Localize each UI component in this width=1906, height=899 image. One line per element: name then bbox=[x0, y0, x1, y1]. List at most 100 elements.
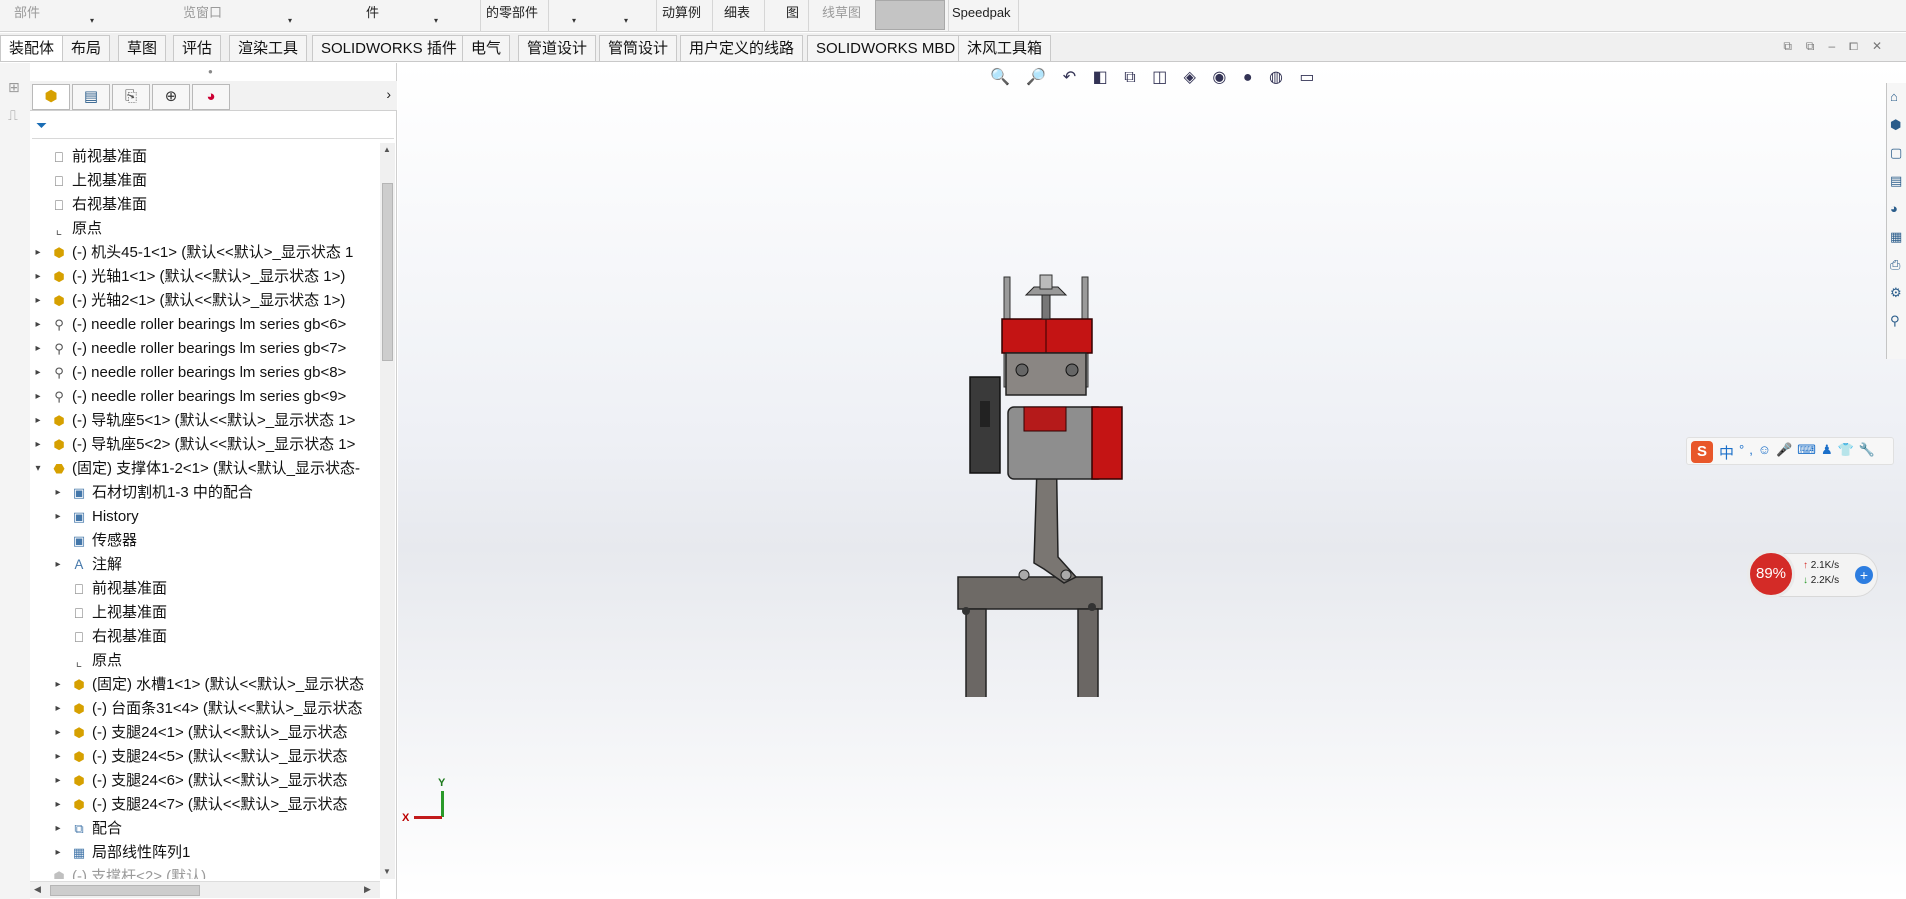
tree-item[interactable]: ⬢ (-) 支撑杆<2> (默认) bbox=[32, 865, 376, 879]
display-style-icon[interactable]: ◈ bbox=[1184, 67, 1202, 87]
tree-item[interactable]: ▸ ▦ 局部线性阵列1 bbox=[52, 841, 376, 865]
expand-arrow-icon[interactable]: ▸ bbox=[32, 361, 44, 385]
tree-item[interactable]: ▸ ⚲ (-) needle roller bearings lm series g… bbox=[32, 313, 376, 337]
tree-item[interactable]: ▸ ▣ History bbox=[52, 505, 376, 529]
expand-arrow-icon[interactable]: ▸ bbox=[52, 817, 64, 841]
tree-item[interactable]: ▸ ⬢ (-) 光轴2<1> (默认<<默认>_显示状态 1>) bbox=[32, 289, 376, 313]
tree-item[interactable]: ⎕ 上视基准面 bbox=[52, 601, 376, 625]
view-settings-icon[interactable]: ▭ bbox=[1299, 67, 1320, 87]
expand-arrow-icon[interactable]: ▸ bbox=[52, 793, 64, 817]
tool-icon[interactable]: ⚙ bbox=[1890, 285, 1902, 301]
ime-mode-toggle[interactable]: 中 bbox=[1719, 442, 1734, 463]
chevron-down-icon[interactable]: ▾ bbox=[624, 16, 628, 25]
scroll-thumb[interactable] bbox=[50, 885, 200, 896]
tab-electrical[interactable]: 电气 bbox=[462, 35, 511, 61]
expand-arrow-icon[interactable]: ▸ bbox=[32, 289, 44, 313]
expand-arrow-icon[interactable]: ▸ bbox=[52, 745, 64, 769]
tree-item[interactable]: ▸ ⬢ (-) 机头45-1<1> (默认<<默认>_显示状态 1 bbox=[32, 241, 376, 265]
splitter-handle[interactable]: ● bbox=[208, 67, 213, 76]
collapse-arrow-icon[interactable]: ▾ bbox=[32, 457, 44, 481]
tab-tubing[interactable]: 管筒设计 bbox=[599, 35, 678, 61]
tree-item[interactable]: ⎕ 前视基准面 bbox=[52, 577, 376, 601]
expand-arrow-icon[interactable]: › bbox=[386, 86, 391, 102]
chevron-down-icon[interactable]: ▾ bbox=[90, 16, 94, 25]
filter-icon[interactable]: ⏷ bbox=[36, 117, 47, 134]
solidworks-forum-icon[interactable]: ⎙ bbox=[1890, 257, 1900, 273]
network-speed-widget[interactable]: 89% ↑ 2.1K/s ↓ 2.2K/s + bbox=[1747, 550, 1878, 598]
tree-item[interactable]: ▸ ⚲ (-) needle roller bearings lm series g… bbox=[32, 337, 376, 361]
tree-item[interactable]: ⎕ 前视基准面 bbox=[32, 145, 376, 169]
expand-arrow-icon[interactable]: ▸ bbox=[32, 241, 44, 265]
expand-arrow-icon[interactable]: ▸ bbox=[52, 505, 64, 529]
input-method-bar[interactable]: S 中 °,☺🎤⌨♟👕🔧 bbox=[1686, 437, 1894, 465]
tree-vertical-scrollbar[interactable]: ▲ ▼ bbox=[380, 143, 395, 879]
resource-icon[interactable]: ⚲ bbox=[1890, 313, 1900, 329]
tree-item[interactable]: ▸ ⧉ 配合 bbox=[52, 817, 376, 841]
expand-arrow-icon[interactable]: ▸ bbox=[52, 553, 64, 577]
tab-solidworks-mbd[interactable]: SOLIDWORKS MBD bbox=[807, 35, 965, 61]
expand-arrow-icon[interactable]: ▸ bbox=[52, 697, 64, 721]
scroll-up-icon[interactable]: ▲ bbox=[383, 145, 391, 154]
expand-arrow-icon[interactable]: ▸ bbox=[32, 409, 44, 433]
stone-cutting-machine-model[interactable] bbox=[926, 257, 1166, 697]
chevron-down-icon[interactable]: ▾ bbox=[572, 16, 576, 25]
property-manager-tab-icon[interactable]: ▤ bbox=[72, 84, 110, 110]
tab-sketch[interactable]: 草图 bbox=[118, 35, 167, 61]
configuration-manager-tab-icon[interactable]: ⎘ bbox=[112, 84, 150, 110]
sogou-logo-icon[interactable]: S bbox=[1691, 441, 1713, 463]
sketch-icon[interactable]: ⎍ bbox=[8, 107, 18, 124]
expand-arrow-icon[interactable]: ▸ bbox=[52, 673, 64, 697]
graphics-area[interactable]: 🔍 🔎 ↶ ◧ ⧉ ◫ ◈ ◉ ● ◍ ▭ ⌂ ⬢ ▢ ▤ ◕ ▦ ⎙ ⚙ ⚲ bbox=[398, 63, 1906, 899]
ghost-icon[interactable]: ⊞ bbox=[8, 79, 20, 96]
apply-scene-icon[interactable]: ◍ bbox=[1269, 67, 1289, 87]
design-library-icon[interactable]: ⬢ bbox=[1890, 117, 1901, 133]
tree-filter[interactable]: ⏷ bbox=[32, 113, 394, 139]
expand-arrow-icon[interactable]: ▸ bbox=[32, 433, 44, 457]
tree-item[interactable]: ⎕ 右视基准面 bbox=[52, 625, 376, 649]
dynamic-annotation-icon[interactable]: ⧉ bbox=[1124, 69, 1141, 87]
expand-arrow-icon[interactable]: ▸ bbox=[32, 385, 44, 409]
tree-item[interactable]: ▸ ⬢ (-) 支腿24<1> (默认<<默认>_显示状态 bbox=[52, 721, 376, 745]
tree-item[interactable]: ▸ ⬢ (固定) 水槽1<1> (默认<<默认>_显示状态 bbox=[52, 673, 376, 697]
view-palette-icon[interactable]: ▤ bbox=[1890, 173, 1902, 189]
memory-usage-gauge[interactable]: 89% bbox=[1747, 550, 1795, 598]
tab-render-tools[interactable]: 渲染工具 bbox=[229, 35, 308, 61]
previous-view-icon[interactable]: ↶ bbox=[1063, 67, 1082, 87]
window-controls[interactable]: ⧉⧉–⧠✕ bbox=[1783, 39, 1896, 54]
appearances-icon[interactable]: ◕ bbox=[1890, 201, 1898, 216]
tree-item[interactable]: ▸ ⚲ (-) needle roller bearings lm series g… bbox=[32, 385, 376, 409]
zoom-to-fit-icon[interactable]: 🔍 bbox=[990, 67, 1016, 87]
display-manager-tab-icon[interactable]: ◕ bbox=[192, 84, 230, 110]
tree-item[interactable]: ▸ ⬢ (-) 导轨座5<1> (默认<<默认>_显示状态 1> bbox=[32, 409, 376, 433]
section-view-icon[interactable]: ◧ bbox=[1093, 67, 1114, 87]
expand-arrow-icon[interactable]: ▸ bbox=[52, 721, 64, 745]
tree-item[interactable]: ▸ ⬢ (-) 光轴1<1> (默认<<默认>_显示状态 1>) bbox=[32, 265, 376, 289]
tab-user-defined-routing[interactable]: 用户定义的线路 bbox=[680, 35, 804, 61]
custom-properties-icon[interactable]: ▦ bbox=[1890, 229, 1902, 245]
ribbon-highlight-button[interactable] bbox=[875, 0, 945, 30]
tab-evaluate[interactable]: 评估 bbox=[173, 35, 222, 61]
expand-arrow-icon[interactable]: ▸ bbox=[52, 841, 64, 865]
tab-solidworks-addins[interactable]: SOLIDWORKS 插件 bbox=[312, 35, 466, 61]
tree-item[interactable]: ▸ ⬢ (-) 支腿24<6> (默认<<默认>_显示状态 bbox=[52, 769, 376, 793]
tab-assembly[interactable]: 装配体 bbox=[0, 35, 64, 61]
tree-item[interactable]: ⎕ 上视基准面 bbox=[32, 169, 376, 193]
chevron-down-icon[interactable]: ▾ bbox=[288, 16, 292, 25]
edit-appearance-icon[interactable]: ● bbox=[1243, 69, 1259, 87]
scroll-right-icon[interactable]: ▶ bbox=[364, 884, 371, 895]
expand-arrow-icon[interactable]: ▸ bbox=[52, 769, 64, 793]
expand-arrow-icon[interactable]: ▸ bbox=[32, 313, 44, 337]
tab-piping[interactable]: 管道设计 bbox=[518, 35, 597, 61]
ime-tools-icon[interactable]: °,☺🎤⌨♟👕🔧 bbox=[1739, 442, 1880, 458]
tree-horizontal-scrollbar[interactable]: ◀ ▶ bbox=[30, 881, 380, 898]
zoom-to-area-icon[interactable]: 🔎 bbox=[1026, 67, 1052, 87]
tree-item[interactable]: ▸ ⬢ (-) 支腿24<7> (默认<<默认>_显示状态 bbox=[52, 793, 376, 817]
feature-manager-tab-icon[interactable]: ⬢ bbox=[32, 84, 70, 110]
expand-arrow-icon[interactable]: ▸ bbox=[32, 337, 44, 361]
add-icon[interactable]: + bbox=[1855, 566, 1873, 584]
tree-item[interactable]: ⌞ 原点 bbox=[52, 649, 376, 673]
dimxpert-tab-icon[interactable]: ⊕ bbox=[152, 84, 190, 110]
home-icon[interactable]: ⌂ bbox=[1890, 89, 1898, 104]
chevron-down-icon[interactable]: ▾ bbox=[434, 16, 438, 25]
expand-arrow-icon[interactable]: ▸ bbox=[32, 265, 44, 289]
